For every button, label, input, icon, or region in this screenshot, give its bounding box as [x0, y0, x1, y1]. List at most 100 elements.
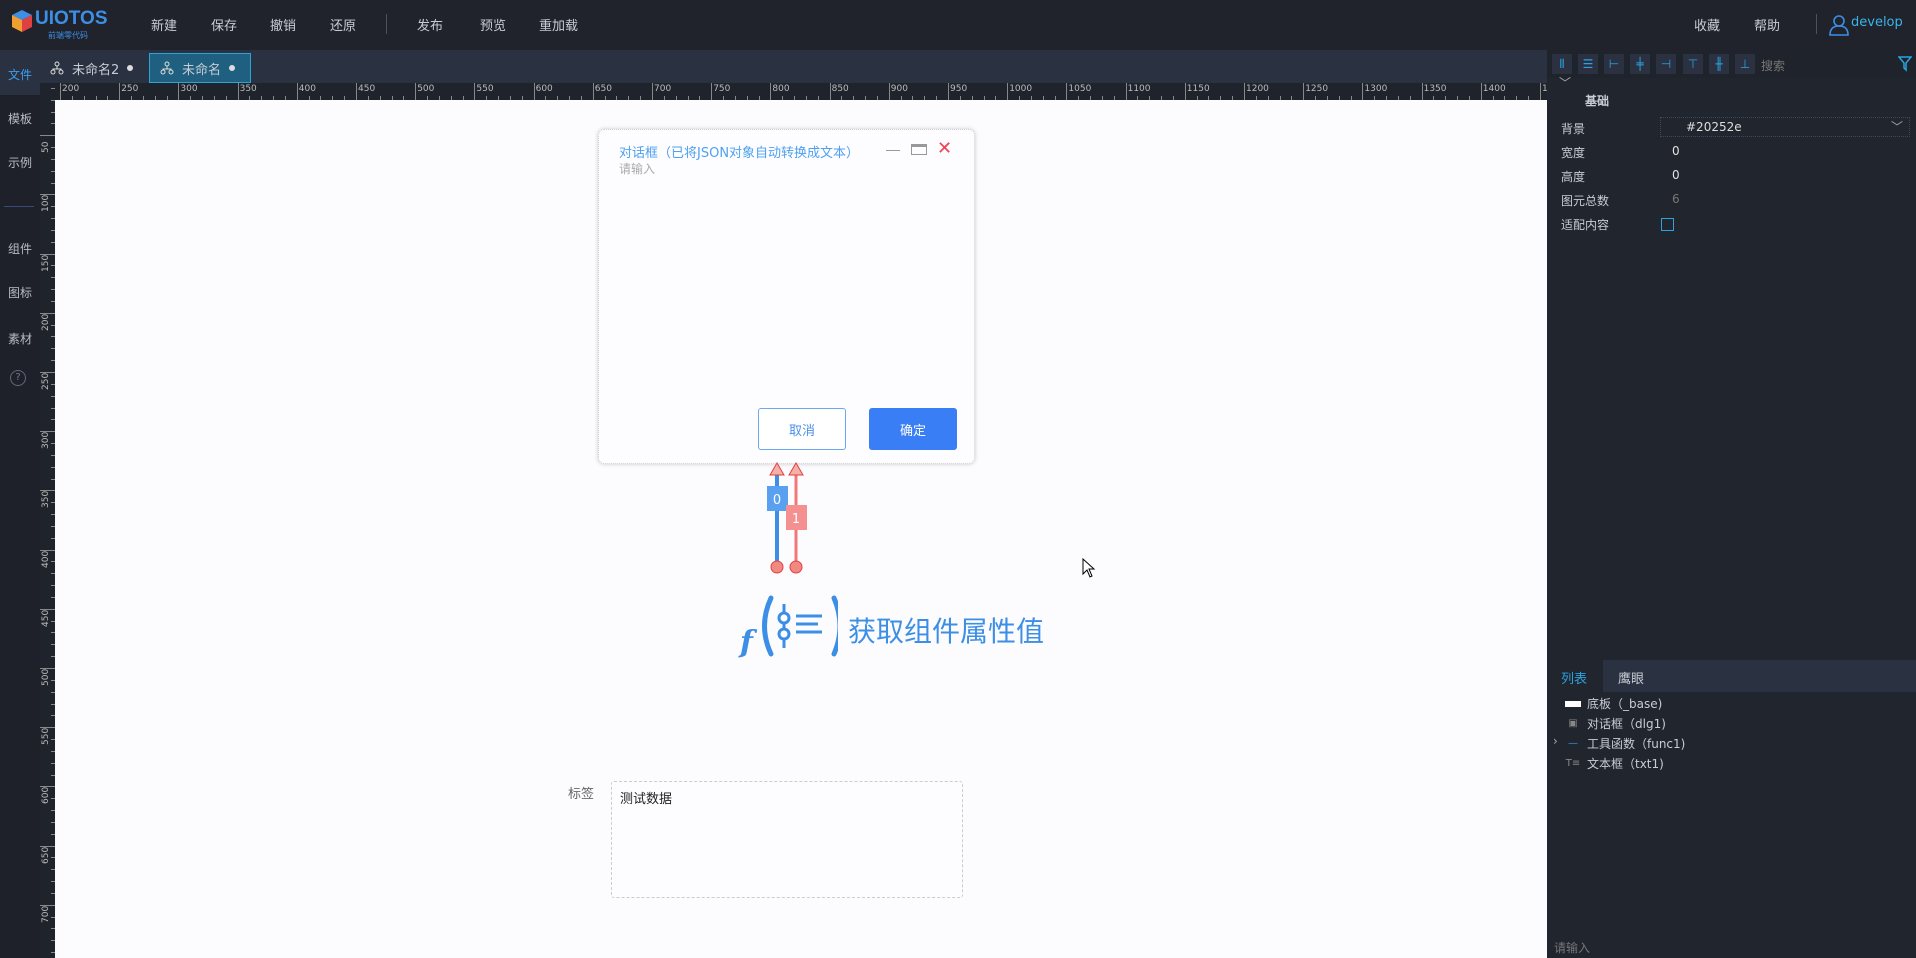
tab-label: 未命名: [182, 62, 222, 78]
user-icon[interactable]: [1829, 14, 1849, 36]
menu-undo[interactable]: 撤销: [270, 15, 296, 34]
ruler-tick: [178, 83, 180, 100]
sidebar-item-icon[interactable]: 图标: [0, 284, 40, 301]
list-item[interactable]: 底板（_base): [1565, 695, 1662, 712]
align-center-h-icon[interactable]: ╪: [1630, 54, 1650, 74]
function-label: 获取组件属性值: [848, 615, 1045, 648]
prop-label-width: 宽度: [1561, 146, 1586, 160]
menu-preview[interactable]: 预览: [480, 15, 506, 34]
dialog-icon: ▣: [1568, 718, 1578, 729]
function-icon: f: [738, 595, 838, 660]
menu-save[interactable]: 保存: [211, 15, 237, 34]
ruler-label: 650: [594, 84, 612, 94]
background-color-value: #20252e: [1686, 120, 1742, 134]
maximize-icon[interactable]: [911, 144, 927, 155]
logo[interactable]: UIOTOS 前端零代码: [12, 8, 112, 42]
mouse-cursor-icon: [1082, 558, 1096, 578]
ruler-tick: [1303, 83, 1305, 100]
menu-restore[interactable]: 还原: [330, 15, 356, 34]
tab-untitled[interactable]: 未命名: [149, 53, 251, 83]
textbox-icon: T≡: [1565, 758, 1581, 769]
tab-untitled2[interactable]: 未命名2: [40, 53, 143, 83]
ruler-tick: [1125, 83, 1127, 100]
list-item-label: 对话框（dlg1): [1587, 717, 1666, 731]
ruler-tick: [51, 87, 55, 89]
list-item[interactable]: — 工具函数（func1): [1565, 735, 1685, 752]
prop-value-height[interactable]: 0: [1672, 168, 1680, 182]
ruler-tick: [592, 83, 594, 100]
textbox-field[interactable]: 测试数据: [611, 781, 963, 898]
user-name[interactable]: develop: [1851, 15, 1903, 30]
sidebar-item-material[interactable]: 素材: [0, 330, 40, 347]
ruler-label: 600: [41, 787, 51, 805]
ruler-label: 450: [41, 609, 51, 627]
ruler-label: 900: [890, 84, 908, 94]
minimize-icon[interactable]: [886, 150, 900, 151]
align-top-icon[interactable]: ⊤: [1683, 54, 1703, 74]
help-icon[interactable]: ?: [10, 370, 26, 386]
ruler-tick: [948, 83, 949, 100]
tab-label: 未命名2: [72, 62, 120, 78]
search-input[interactable]: 搜索: [1761, 57, 1785, 74]
ruler-label: 1050: [1068, 84, 1092, 94]
svg-text:f: f: [738, 625, 758, 660]
left-sidebar: 文件 模板 示例 组件 图标 素材 ?: [0, 50, 40, 958]
dialog-component[interactable]: 对话框（已将JSON对象自动转换成文本） ✕ 请输入 取消 确定: [598, 129, 975, 464]
ruler-tick: [119, 83, 121, 100]
menu-divider: [386, 14, 387, 34]
dialog-content-placeholder[interactable]: 请输入: [619, 160, 655, 177]
ruler-label: 1350: [1423, 84, 1447, 94]
ruler-tick: [1244, 83, 1245, 100]
background-color-select[interactable]: #20252e ﹀: [1660, 117, 1910, 137]
ruler-tick: [711, 83, 713, 100]
menu-publish[interactable]: 发布: [417, 15, 443, 34]
menu-new[interactable]: 新建: [151, 15, 177, 34]
network-icon: [50, 61, 64, 75]
align-distribute-h-icon[interactable]: ⫴: [1552, 54, 1572, 74]
ruler-tick: [415, 83, 417, 100]
ruler-label: 800: [772, 84, 790, 94]
menu-reload[interactable]: 重加载: [539, 15, 578, 34]
sidebar-item-template[interactable]: 模板: [0, 110, 40, 127]
menu-favorite[interactable]: 收藏: [1694, 15, 1720, 34]
cancel-button[interactable]: 取消: [758, 408, 846, 450]
ruler-label: 1100: [1127, 84, 1151, 94]
network-icon: [160, 61, 174, 75]
sidebar-item-example[interactable]: 示例: [0, 154, 40, 171]
ruler-tick: [1007, 83, 1009, 100]
bottom-input[interactable]: 请输入: [1554, 939, 1590, 956]
tab-list[interactable]: 列表: [1561, 668, 1587, 687]
fit-content-checkbox[interactable]: [1661, 218, 1674, 231]
menu-help[interactable]: 帮助: [1754, 15, 1780, 34]
align-left-icon[interactable]: ⊢: [1604, 54, 1624, 74]
section-basic[interactable]: 基础: [1585, 92, 1609, 109]
align-distribute-v-icon[interactable]: ☰: [1578, 54, 1598, 74]
vertical-ruler[interactable]: 50 100 150 200 250 300 350 400 450 500 550 600 650 70…: [40, 83, 55, 958]
ruler-tick: [829, 83, 831, 100]
tab-eagle-eye[interactable]: 鹰眼: [1618, 668, 1644, 687]
align-right-icon[interactable]: ⊣: [1656, 54, 1676, 74]
sidebar-item-file[interactable]: 文件: [0, 66, 40, 83]
ruler-label: 250: [121, 84, 139, 94]
ruler-tick: [40, 135, 55, 137]
chevron-down-icon[interactable]: ﹀: [1559, 74, 1571, 91]
list-item[interactable]: ▣ 对话框（dlg1): [1565, 715, 1666, 732]
ruler-tick: [652, 83, 653, 100]
chevron-right-icon[interactable]: ›: [1553, 734, 1558, 748]
close-icon[interactable]: ✕: [937, 138, 952, 159]
ruler-tick: [770, 83, 772, 100]
list-item-label: 工具函数（func1): [1587, 737, 1686, 751]
list-item[interactable]: T≡ 文本框（txt1): [1565, 755, 1664, 772]
ruler-label: 1250: [1305, 84, 1329, 94]
align-middle-icon[interactable]: ╫: [1709, 54, 1729, 74]
prop-value-width[interactable]: 0: [1672, 144, 1680, 158]
align-bottom-icon[interactable]: ⊥: [1735, 54, 1755, 74]
filter-icon[interactable]: [1898, 56, 1912, 72]
function-node[interactable]: f 获取组件属性值: [738, 592, 1068, 660]
ruler-label: 200: [62, 84, 80, 94]
ruler-label: 400: [41, 550, 51, 568]
sidebar-item-component[interactable]: 组件: [0, 240, 40, 257]
ok-button[interactable]: 确定: [869, 408, 957, 450]
horizontal-ruler[interactable]: 200 250 300 350 400 450 500 550 600 650 700 750 800 8…: [55, 83, 1547, 100]
ruler-tick: [1362, 83, 1364, 100]
